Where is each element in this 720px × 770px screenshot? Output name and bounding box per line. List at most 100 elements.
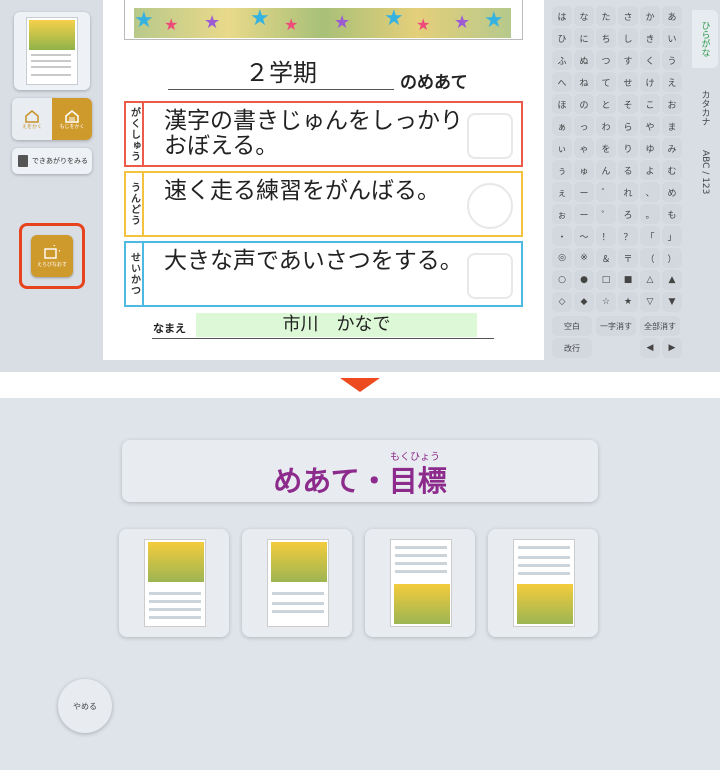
key[interactable]: ！ xyxy=(596,226,616,246)
key[interactable]: ぬ xyxy=(574,50,594,70)
key[interactable]: ほ xyxy=(552,94,572,114)
key[interactable]: （ xyxy=(640,248,660,268)
key[interactable]: え xyxy=(662,72,682,92)
goal-exercise[interactable]: うんどう 速く走る練習をがんばる。 xyxy=(124,171,523,237)
key[interactable]: こ xyxy=(640,94,660,114)
view-result-button[interactable]: できあがりをみる xyxy=(12,148,92,174)
key[interactable]: ◇ xyxy=(552,292,572,312)
tab-katakana[interactable]: カタカナ xyxy=(692,78,718,138)
key[interactable]: ▲ xyxy=(662,270,682,290)
key[interactable]: ？ xyxy=(618,226,638,246)
key[interactable]: せ xyxy=(618,72,638,92)
key[interactable]: △ xyxy=(640,270,660,290)
key[interactable]: ぉ xyxy=(552,204,572,224)
key[interactable]: や xyxy=(640,116,660,136)
key[interactable]: け xyxy=(640,72,660,92)
key[interactable]: ◆ xyxy=(574,292,594,312)
delete-all-key[interactable]: 全部消す xyxy=(640,316,680,336)
key[interactable]: り xyxy=(618,138,638,158)
key[interactable]: ふ xyxy=(552,50,572,70)
key[interactable]: ろ xyxy=(618,204,638,224)
key[interactable]: す xyxy=(618,50,638,70)
name-field[interactable]: 市川 かなで xyxy=(196,313,477,337)
key[interactable]: ● xyxy=(574,270,594,290)
key[interactable]: ◎ xyxy=(552,248,572,268)
key[interactable]: 、 xyxy=(640,182,660,202)
key[interactable]: は xyxy=(552,6,572,26)
key[interactable]: ゃ xyxy=(574,138,594,158)
key[interactable]: ★ xyxy=(618,292,638,312)
key[interactable]: た xyxy=(596,6,616,26)
preview-thumbnail[interactable] xyxy=(14,12,90,90)
key[interactable]: つ xyxy=(596,50,616,70)
key[interactable]: ひ xyxy=(552,28,572,48)
key[interactable]: く xyxy=(640,50,660,70)
draw-picture-button[interactable]: えをかく xyxy=(12,98,52,140)
key[interactable]: ゛ xyxy=(596,182,616,202)
key[interactable]: わ xyxy=(596,116,616,136)
key[interactable]: い xyxy=(662,28,682,48)
key[interactable]: ー xyxy=(574,204,594,224)
key[interactable]: 」 xyxy=(662,226,682,246)
key[interactable]: ＆ xyxy=(596,248,616,268)
tab-hiragana[interactable]: ひらがな xyxy=(692,10,718,68)
key[interactable]: み xyxy=(662,138,682,158)
key[interactable]: を xyxy=(596,138,616,158)
template-card[interactable] xyxy=(242,529,352,637)
key[interactable]: ） xyxy=(662,248,682,268)
key[interactable]: □ xyxy=(596,270,616,290)
template-card[interactable] xyxy=(488,529,598,637)
template-card[interactable] xyxy=(365,529,475,637)
space-key[interactable]: 空白 xyxy=(552,316,592,336)
key[interactable]: て xyxy=(596,72,616,92)
key[interactable]: ゅ xyxy=(574,160,594,180)
key[interactable]: ん xyxy=(596,160,616,180)
tab-alphanumeric[interactable]: ABC / 123 xyxy=(692,144,718,200)
key[interactable]: ※ xyxy=(574,248,594,268)
key[interactable]: ゆ xyxy=(640,138,660,158)
key[interactable]: 「 xyxy=(640,226,660,246)
key[interactable]: さ xyxy=(618,6,638,26)
template-card[interactable] xyxy=(119,529,229,637)
key[interactable]: ▽ xyxy=(640,292,660,312)
key[interactable]: ☆ xyxy=(596,292,616,312)
key[interactable]: ね xyxy=(574,72,594,92)
key[interactable]: そ xyxy=(618,94,638,114)
key[interactable]: き xyxy=(640,28,660,48)
goal-life[interactable]: せいかつ 大きな声であいさつをする。 xyxy=(124,241,523,307)
key[interactable]: も xyxy=(662,204,682,224)
key[interactable]: へ xyxy=(552,72,572,92)
quit-button[interactable]: やめる xyxy=(58,679,112,733)
key[interactable]: ぁ xyxy=(552,116,572,136)
key[interactable]: ・ xyxy=(552,226,572,246)
key[interactable]: っ xyxy=(574,116,594,136)
key[interactable]: ゜ xyxy=(596,204,616,224)
key[interactable]: ら xyxy=(618,116,638,136)
key[interactable]: れ xyxy=(618,182,638,202)
key[interactable]: か xyxy=(640,6,660,26)
delete-char-key[interactable]: 一字消す xyxy=(596,316,636,336)
key[interactable]: ■ xyxy=(618,270,638,290)
key[interactable]: め xyxy=(662,182,682,202)
key[interactable]: ち xyxy=(596,28,616,48)
term-field[interactable]: ２学期 xyxy=(168,58,394,90)
key[interactable]: う xyxy=(662,50,682,70)
key[interactable]: し xyxy=(618,28,638,48)
key[interactable]: ぅ xyxy=(552,160,572,180)
reselect-button[interactable]: えらびなおす xyxy=(31,235,73,277)
key[interactable]: お xyxy=(662,94,682,114)
key[interactable]: ぃ xyxy=(552,138,572,158)
key[interactable]: あ xyxy=(662,6,682,26)
key[interactable]: る xyxy=(618,160,638,180)
key[interactable]: な xyxy=(574,6,594,26)
goal-study[interactable]: がくしゅう 漢字の書きじゅんをしっかりおぼえる。 xyxy=(124,101,523,167)
key[interactable]: む xyxy=(662,160,682,180)
key[interactable]: ぇ xyxy=(552,182,572,202)
key[interactable]: 〒 xyxy=(618,248,638,268)
newline-key[interactable]: 改行 xyxy=(552,338,592,358)
cursor-left-key[interactable]: ◀ xyxy=(640,338,660,358)
key[interactable]: の xyxy=(574,94,594,114)
key[interactable]: ー xyxy=(574,182,594,202)
key[interactable]: 〜 xyxy=(574,226,594,246)
key[interactable]: 。 xyxy=(640,204,660,224)
